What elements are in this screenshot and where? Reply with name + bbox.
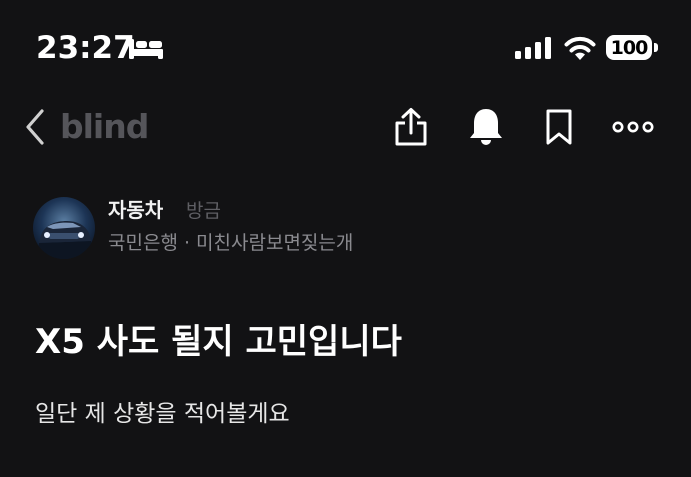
signal-icon [515,37,551,59]
nav-bar: blind [0,95,691,160]
post-screen: 23:27 100 blind 자동차 방금 국민은행 · 미친사람보면짖는개 … [0,0,691,477]
author-name[interactable]: 자동차 [108,196,163,224]
status-bar: 23:27 100 [0,0,691,95]
post-time: 방금 [186,200,221,222]
more-icon[interactable] [612,119,654,135]
bell-icon[interactable] [468,107,504,147]
status-time: 23:27 [36,30,135,66]
back-icon[interactable] [24,108,46,146]
bed-icon [129,39,163,59]
share-icon[interactable] [393,107,429,147]
bookmark-icon[interactable] [543,108,575,146]
author-meta: 국민은행 · 미친사람보면짖는개 [108,232,354,254]
wifi-icon [564,36,596,60]
battery-level: 100 [606,35,652,60]
avatar[interactable] [33,197,95,259]
battery-tip [654,43,658,52]
battery-icon: 100 [606,35,658,60]
post-body: 일단 제 상황을 적어볼게요 [35,401,290,427]
post-title: X5 사도 될지 고민입니다 [35,322,402,362]
blind-logo[interactable]: blind [60,105,149,149]
